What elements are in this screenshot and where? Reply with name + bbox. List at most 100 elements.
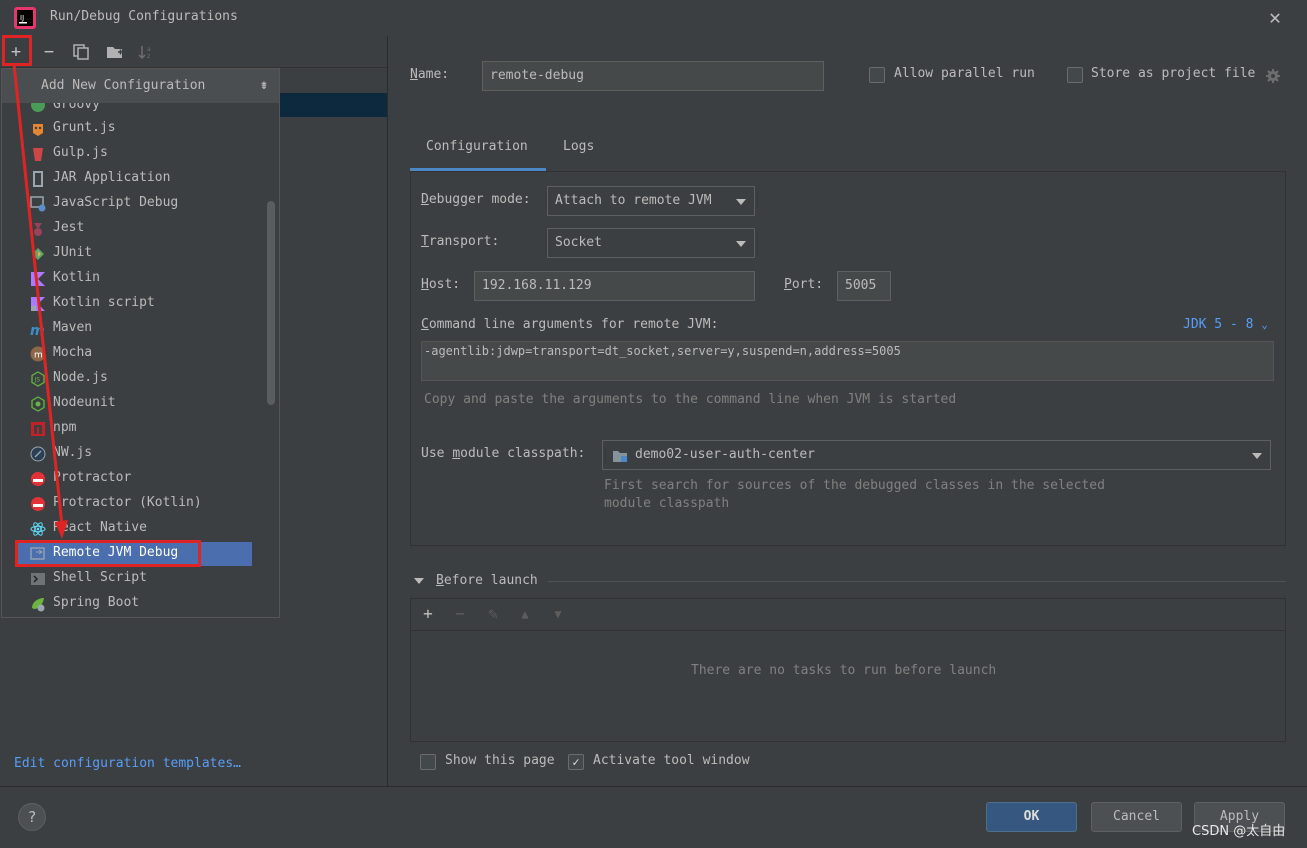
popup-item-jar-application[interactable]: JAR Application (16, 167, 252, 191)
popup-item-shell-script[interactable]: Shell Script (16, 567, 252, 591)
popup-item-nwjs[interactable]: NW.js (16, 442, 252, 466)
allow-parallel-label: Allow parallel run (894, 66, 1035, 81)
groovy-icon (31, 103, 45, 112)
activate-tool-checkbox[interactable]: ✓ (568, 754, 584, 770)
allow-parallel-checkbox[interactable] (869, 67, 885, 83)
cancel-button[interactable]: Cancel (1091, 802, 1182, 832)
maven-icon: m (30, 323, 45, 337)
popup-scrollbar[interactable] (267, 201, 275, 405)
jdk-version-text: JDK 5 - 8 (1183, 317, 1254, 332)
port-input[interactable]: 5005 (837, 271, 891, 301)
remove-task-button[interactable]: − (449, 603, 471, 625)
cmd-args-label: Command line arguments for remote JVM: (421, 317, 719, 332)
module-folder-icon (613, 451, 627, 462)
cmd-args-hint: Copy and paste the arguments to the comm… (424, 392, 957, 407)
debugger-mode-value: Attach to remote JVM (555, 193, 712, 208)
chevron-down-icon (736, 241, 746, 247)
activate-tool-label: Activate tool window (593, 753, 750, 768)
react-icon (30, 522, 46, 536)
spring-boot-icon (32, 598, 45, 612)
popup-item-kotlin-script[interactable]: Kotlin script (16, 292, 252, 316)
protractor-icon (31, 497, 45, 511)
jar-icon (33, 171, 43, 187)
gear-icon[interactable] (1265, 68, 1281, 84)
chevron-down-icon (1252, 453, 1262, 459)
popup-item-spring-boot[interactable]: Spring Boot (16, 592, 252, 616)
npm-icon (31, 422, 45, 436)
debugger-mode-select[interactable]: Attach to remote JVM (547, 186, 755, 216)
popup-item-javascript-debug[interactable]: JavaScript Debug (16, 192, 252, 216)
close-icon[interactable]: ✕ (1264, 6, 1286, 28)
popup-item-junit[interactable]: JUnit (16, 242, 252, 266)
move-up-icon[interactable]: ▲ (514, 603, 536, 625)
popup-item-gulp[interactable]: Gulp.js (16, 142, 252, 166)
help-button[interactable]: ? (18, 803, 46, 831)
grunt-icon (33, 124, 43, 136)
svg-text:IJ: IJ (20, 14, 24, 22)
debugger-mode-label: Debugger mode: (421, 192, 531, 207)
tree-selected-row[interactable] (280, 93, 387, 117)
folder-add-icon[interactable] (106, 44, 124, 60)
transport-label: Transport: (421, 234, 500, 249)
collapse-icon[interactable]: ⇟ (255, 75, 273, 95)
jdk-version-link[interactable]: JDK 5 - 8 ⌄ (1183, 317, 1268, 332)
store-project-checkbox[interactable] (1067, 67, 1083, 83)
js-debug-icon (30, 196, 46, 212)
nodejs-icon: JS (31, 371, 45, 387)
shell-icon (31, 573, 45, 585)
remove-configuration-button[interactable]: − (37, 40, 61, 64)
host-input[interactable]: 192.168.11.129 (474, 271, 755, 301)
show-page-checkbox[interactable] (420, 754, 436, 770)
port-label: Port: (784, 277, 824, 292)
popup-item-maven[interactable]: m Maven (16, 317, 252, 341)
window-title: Run/Debug Configurations (50, 9, 238, 24)
popup-item-nodejs[interactable]: JS Node.js (16, 367, 252, 391)
module-hint-line-1: First search for sources of the debugged… (604, 478, 1105, 493)
name-label: Name: (410, 67, 450, 82)
before-launch-title: Before launch (436, 573, 538, 588)
tab-configuration[interactable]: Configuration (426, 139, 528, 154)
sort-icon[interactable]: a z (138, 44, 154, 60)
popup-title: Add New Configuration (41, 78, 206, 93)
name-input[interactable]: remote-debug (482, 61, 824, 91)
copy-icon[interactable] (73, 44, 89, 60)
svg-text:m: m (30, 323, 45, 337)
tab-logs[interactable]: Logs (563, 139, 594, 154)
move-down-icon[interactable]: ▼ (547, 603, 569, 625)
before-launch-divider (548, 581, 1286, 582)
chevron-down-icon (736, 199, 746, 205)
highlight-box-add (2, 35, 32, 66)
popup-item-groovy[interactable]: Groovy (16, 103, 252, 117)
popup-item-mocha[interactable]: m Mocha (16, 342, 252, 366)
cmd-args-field[interactable]: -agentlib:jdwp=transport=dt_socket,serve… (421, 341, 1274, 381)
before-launch-empty-text: There are no tasks to run before launch (691, 663, 997, 678)
junit-icon (32, 248, 44, 260)
popup-item-react-native[interactable]: React Native (16, 517, 252, 541)
nwjs-icon (30, 446, 46, 462)
ok-button[interactable]: OK (986, 802, 1077, 832)
module-classpath-select[interactable]: demo02-user-auth-center (602, 440, 1271, 470)
popup-item-grunt[interactable]: Grunt.js (16, 117, 252, 141)
popup-item-jest[interactable]: Jest (16, 217, 252, 241)
svg-text:z: z (147, 53, 150, 60)
edit-templates-link[interactable]: Edit configuration templates… (14, 756, 241, 771)
gulp-icon (33, 148, 43, 161)
edit-task-icon[interactable]: ✎ (482, 603, 504, 625)
popup-item-nodeunit[interactable]: Nodeunit (16, 392, 252, 416)
highlight-box-remote-debug (15, 540, 201, 567)
jest-icon (34, 223, 42, 236)
svg-text:a: a (147, 46, 151, 53)
popup-item-npm[interactable]: npm (16, 417, 252, 441)
protractor-icon (31, 472, 45, 486)
popup-item-kotlin[interactable]: Kotlin (16, 267, 252, 291)
collapse-triangle-icon[interactable] (414, 578, 424, 584)
transport-value: Socket (555, 235, 602, 250)
popup-item-protractor[interactable]: Protractor (16, 467, 252, 491)
kotlin-script-icon (31, 297, 45, 311)
kotlin-icon (31, 272, 45, 286)
add-task-button[interactable]: + (417, 603, 439, 625)
nodeunit-icon (31, 396, 45, 412)
svg-text:JS: JS (34, 377, 41, 384)
popup-item-protractor-kotlin[interactable]: Protractor (Kotlin) (16, 492, 252, 516)
transport-select[interactable]: Socket (547, 228, 755, 258)
